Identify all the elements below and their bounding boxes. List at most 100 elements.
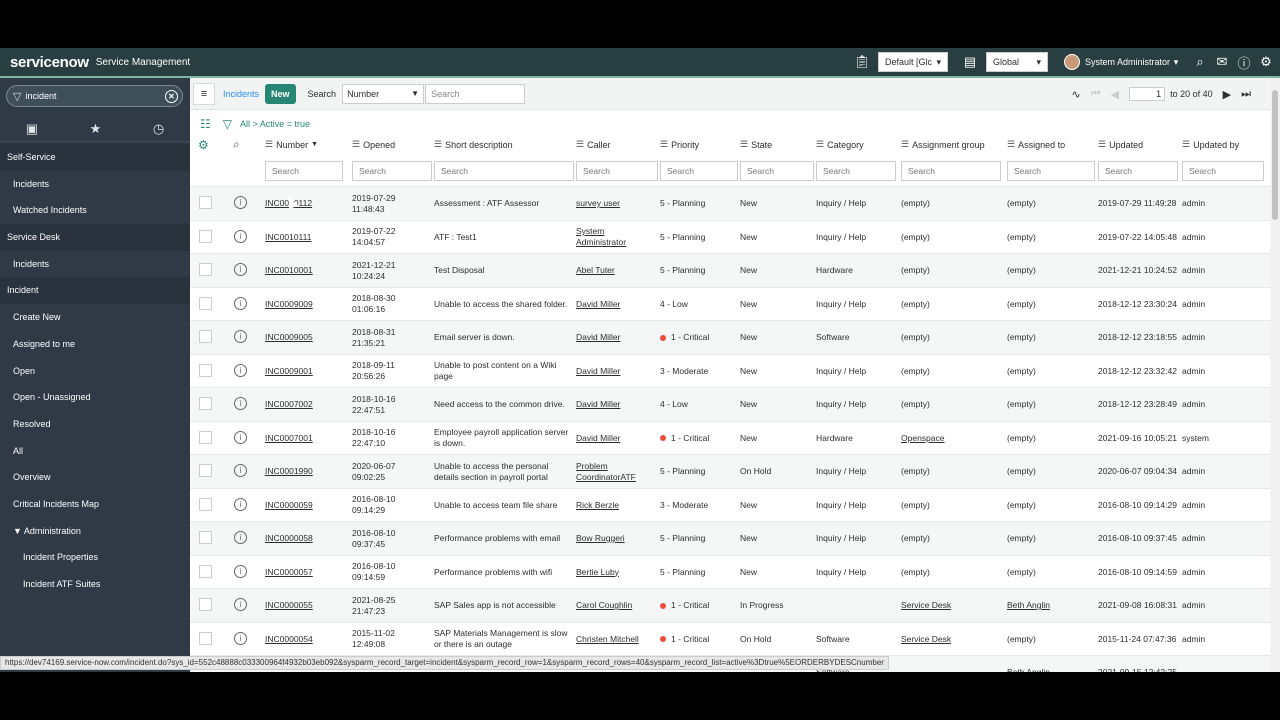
row-checkbox[interactable] [199,598,212,611]
info-icon[interactable]: i [234,430,247,444]
cell-caller[interactable]: survey user [576,187,658,220]
info-icon[interactable]: i [234,263,247,276]
cell-text[interactable]: INC0009009 [265,299,313,310]
search-field-select[interactable]: Number ▼ [342,83,425,104]
info-icon[interactable]: i [234,531,247,544]
column-search-caller[interactable]: Search [576,161,658,181]
personalize-icon[interactable]: ⚙︎ [198,138,209,152]
column-search-updated[interactable]: Search [1098,161,1178,181]
cell-number[interactable]: INC0007001 [265,422,343,455]
column-search-number[interactable]: Search [265,161,343,181]
cell-number[interactable]: INC0007002 [265,388,343,421]
nav-module[interactable]: Incident [0,277,190,305]
table-row[interactable]: i INC0001990 2020-06-07 09:02:25 Unable to … [190,454,1270,488]
nav-item[interactable]: Watched Incidents [0,197,190,224]
row-checkbox[interactable] [199,430,212,444]
cell-caller[interactable]: Carol Coughlin [576,589,658,622]
info-icon[interactable]: i [234,229,247,243]
column-menu-icon[interactable]: ☰ [901,139,909,150]
column-search-assigned[interactable]: Search [1007,161,1095,181]
column-search-group[interactable]: Search [901,161,1001,181]
cell-number[interactable]: INC0009009 [265,288,343,321]
cell-assigned[interactable]: Beth Anglin [1007,589,1095,622]
info-icon[interactable]: i [234,631,247,645]
gear-icon[interactable]: ⚙︎ [1258,54,1274,70]
cell-number[interactable]: INC0001990 [265,455,343,488]
nav-module[interactable]: Self-Service [0,144,190,171]
row-checkbox[interactable] [199,564,212,578]
cell-text[interactable]: survey user [576,198,620,209]
column-search-desc[interactable]: Search [434,161,574,181]
cell-caller[interactable]: David Miller [576,321,658,354]
scope-select[interactable]: Global ▾ [985,52,1048,72]
nav-item[interactable]: Incident ATF Suites [0,571,190,598]
row-checkbox[interactable] [199,531,212,544]
row-checkbox[interactable] [199,464,212,477]
table-row[interactable]: i INC0009001 2018-09-11 20:56:26 Unable to … [190,353,1270,388]
cell-text[interactable]: David Miller [576,332,620,343]
column-header-updated[interactable]: ☰ Updated [1098,139,1143,150]
table-row[interactable]: i INC0000054 2015-11-02 12:49:08 SAP Materi… [190,621,1270,656]
cell-group[interactable]: Service Desk [901,623,1001,656]
nav-item[interactable]: Assigned to me [0,331,190,358]
cell-caller[interactable]: David Miller [576,288,658,321]
cell-group[interactable]: Openspace [901,422,1001,455]
table-row[interactable]: i INC0000057 2016-08-10 09:14:59 Performanc… [190,554,1270,589]
column-header-group[interactable]: ☰ Assignment group [901,139,985,150]
nav-item[interactable]: Incident Properties [0,544,190,571]
cell-number[interactable]: INC0010001 [265,254,343,287]
column-header-category[interactable]: ☰ Category [816,139,864,150]
table-row[interactable]: i INC0000055 2021-08-25 21:47:23 SAP Sales … [190,588,1270,622]
row-checkbox[interactable] [199,397,212,410]
info-icon[interactable]: i [234,196,247,209]
cell-caller[interactable]: David Miller [576,422,658,455]
column-menu-icon[interactable]: ☰ [740,139,748,150]
table-row[interactable]: i INC0009005 2018-08-31 21:35:21 Email serv… [190,320,1270,354]
row-checkbox[interactable] [199,497,212,511]
column-header-priority[interactable]: ☰ Priority [660,139,699,150]
new-button[interactable]: New [265,83,296,104]
cell-text[interactable]: INC0000055 [265,600,313,611]
column-search-opened[interactable]: Search [352,161,432,181]
cell-caller[interactable]: Abel Tuter [576,254,658,287]
cell-text[interactable]: Rick Berzle [576,500,619,511]
chevron-down-icon[interactable]: ▾ [1170,54,1182,70]
star-icon[interactable]: ★ [90,121,102,137]
scrollbar[interactable] [1270,78,1280,672]
cell-text[interactable]: INC0000054 [265,634,313,645]
help-icon[interactable]: ⓘ [1236,54,1252,71]
list-search-input[interactable]: Search [425,83,526,104]
filter-icon[interactable]: ▽ [223,117,232,131]
cell-text[interactable]: Bertie Luby [576,567,619,578]
column-header-desc[interactable]: ☰ Short description [434,139,513,150]
cell-caller[interactable]: David Miller [576,388,658,421]
column-header-state[interactable]: ☰ State [740,139,772,150]
cell-caller[interactable]: Rick Berzle [576,489,658,522]
column-search-priority[interactable]: Search [660,161,738,181]
table-row[interactable]: i INC0010111 2019-07-22 14:04:57 ATF : Test… [190,219,1270,254]
column-header-by[interactable]: ☰ Updated by [1182,139,1239,150]
nav-item[interactable]: Critical Incidents Map [0,491,190,518]
column-search-category[interactable]: Search [816,161,896,181]
cell-text[interactable]: INC0001990 [265,466,313,477]
cell-number[interactable]: INC0000055 [265,589,343,622]
row-checkbox[interactable] [199,196,212,209]
cell-group[interactable]: Service Desk [901,589,1001,622]
cell-text[interactable]: David Miller [576,299,620,310]
cell-number[interactable]: INC0010111 [265,221,343,254]
previous-page-icon[interactable]: ◀︎ [1111,88,1119,101]
scrollbar-thumb[interactable] [1272,90,1278,220]
conversation-icon[interactable]: ☷ [200,117,211,131]
cell-text[interactable]: Service Desk [901,600,951,611]
archive-icon[interactable]: ▣ [26,121,38,137]
cell-text[interactable]: INC0000057 [265,567,313,578]
nav-item[interactable]: ▼ Administration [0,518,190,545]
column-menu-icon[interactable]: ☰ [1007,139,1015,150]
nav-item[interactable]: All [0,438,190,465]
cell-caller[interactable]: Christen Mitchell [576,623,658,656]
breadcrumb[interactable]: All > Active = true [240,119,310,129]
nav-item[interactable]: Incidents [0,171,190,198]
list-title[interactable]: Incidents [223,89,259,99]
cell-caller[interactable]: Problem CoordinatorATF [576,455,658,488]
cell-text[interactable]: David Miller [576,433,620,444]
